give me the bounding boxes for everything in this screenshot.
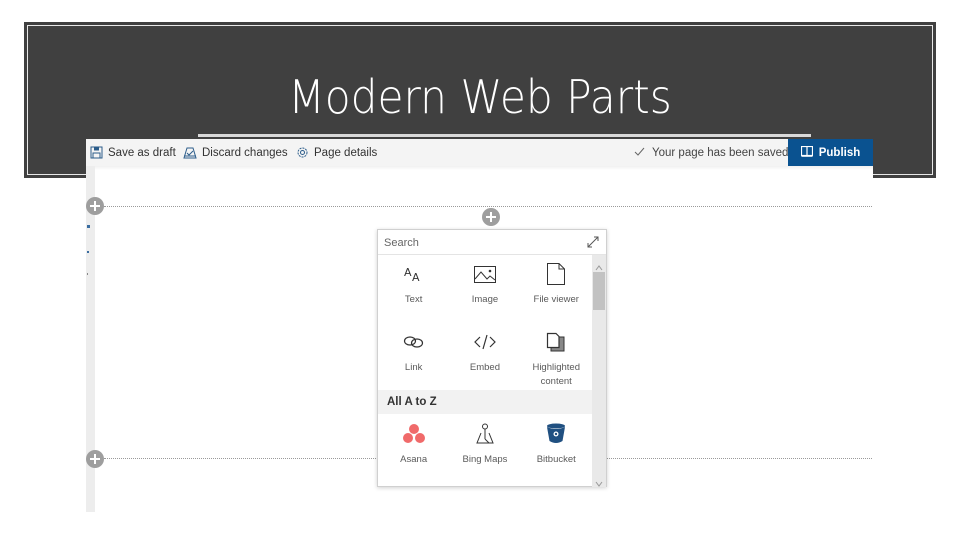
save-as-draft-button[interactable]: Save as draft (90, 139, 176, 166)
rail-marker (87, 251, 89, 253)
web-part-link[interactable]: Link (378, 329, 449, 389)
title-underline (198, 134, 811, 137)
web-part-embed[interactable]: Embed (449, 329, 520, 389)
bitbucket-icon (543, 421, 569, 447)
web-part-label: File viewer (533, 294, 579, 305)
image-icon (472, 261, 498, 287)
book-icon (800, 145, 813, 160)
web-part-bitbucket[interactable]: Bitbucket (521, 421, 592, 467)
chevron-up-icon[interactable] (595, 259, 603, 271)
gear-icon (296, 146, 309, 159)
toolbox-scrollbar[interactable] (592, 255, 606, 487)
publish-label: Publish (818, 146, 861, 159)
web-part-toolbox: AA Text Image File viewer (377, 229, 607, 487)
toolbox-row: Asana Bing Maps Bitbucket (378, 421, 592, 467)
web-part-label: Link (404, 362, 423, 373)
toolbox-list: AA Text Image File viewer Link Embed Hig… (378, 255, 592, 487)
checkmark-icon (634, 147, 645, 159)
section-divider (104, 206, 872, 207)
web-part-asana[interactable]: Asana (378, 421, 449, 467)
web-part-bing-maps[interactable]: Bing Maps (449, 421, 520, 467)
chevron-down-icon[interactable] (595, 475, 603, 487)
add-section-button[interactable] (86, 450, 104, 468)
web-part-image[interactable]: Image (449, 261, 520, 307)
expand-icon[interactable] (586, 235, 600, 249)
save-status: Your page has been saved (634, 139, 788, 166)
text-icon: AA (401, 261, 427, 287)
command-bar: Save as draft Discard changes Page detai… (86, 139, 873, 166)
rail-marker (87, 273, 88, 275)
web-part-label: Bitbucket (536, 454, 576, 465)
embed-icon (472, 329, 498, 355)
web-part-label: Embed (469, 362, 500, 373)
web-part-file-viewer[interactable]: File viewer (521, 261, 592, 307)
save-icon (90, 146, 103, 159)
svg-text:A: A (404, 266, 412, 279)
bing-maps-icon (472, 421, 498, 447)
save-as-draft-label: Save as draft (108, 146, 176, 159)
discard-icon (183, 146, 197, 159)
rail-marker (87, 225, 90, 228)
link-icon (401, 329, 427, 355)
scrollbar-thumb[interactable] (593, 272, 605, 310)
add-web-part-button[interactable] (482, 208, 500, 226)
slide-title: Modern Web Parts (288, 70, 672, 124)
search-input[interactable] (384, 234, 574, 251)
web-part-label: Bing Maps (462, 454, 508, 465)
web-part-label: Highlighted content (532, 362, 580, 387)
svg-text:A: A (412, 271, 420, 283)
web-part-label: Image (471, 294, 499, 305)
discard-changes-button[interactable]: Discard changes (183, 139, 288, 166)
canvas-top-shade (95, 166, 873, 170)
asana-icon (401, 421, 427, 447)
save-status-text: Your page has been saved (652, 146, 789, 159)
toolbox-search (378, 230, 606, 255)
web-part-text[interactable]: AA Text (378, 261, 449, 307)
page-details-button[interactable]: Page details (296, 139, 377, 166)
highlighted-content-icon (543, 329, 569, 355)
section-header-all-a-to-z: All A to Z (378, 390, 592, 414)
page-details-label: Page details (314, 146, 378, 159)
sharepoint-page-editor: Save as draft Discard changes Page detai… (86, 139, 873, 512)
publish-button[interactable]: Publish (788, 139, 873, 166)
web-part-highlighted-content[interactable]: Highlighted content (521, 329, 592, 389)
toolbox-row: AA Text Image File viewer (378, 261, 592, 307)
file-viewer-icon (543, 261, 569, 287)
add-section-button[interactable] (86, 197, 104, 215)
web-part-label: Asana (400, 454, 428, 465)
web-part-label: Text (404, 294, 423, 305)
discard-changes-label: Discard changes (202, 146, 288, 159)
toolbox-row: Link Embed Highlighted content (378, 329, 592, 389)
